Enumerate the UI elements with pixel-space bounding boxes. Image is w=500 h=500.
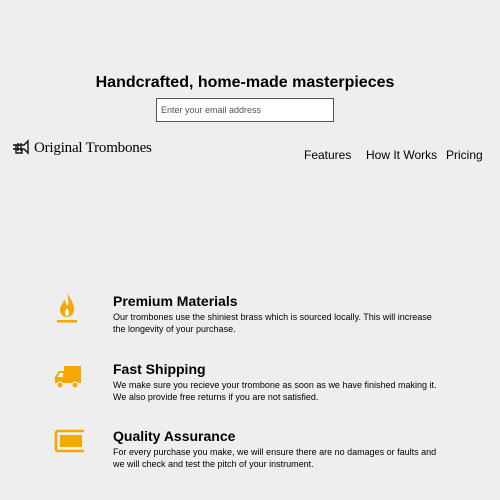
feature-description: We make sure you recieve your trombone a… xyxy=(113,380,437,402)
hero-title: Handcrafted, home-made masterpieces xyxy=(95,74,395,91)
feature-description: For every purchase you make, we will ens… xyxy=(113,447,437,469)
truck-icon xyxy=(55,366,81,389)
battery-full-icon xyxy=(54,429,84,453)
nav-link-features[interactable]: Features xyxy=(304,148,351,162)
nav-link-pricing[interactable]: Pricing xyxy=(446,148,483,162)
feature-title: Premium Materials xyxy=(113,293,238,309)
nav-link-how-it-works[interactable]: How It Works xyxy=(366,148,437,162)
feature-title: Fast Shipping xyxy=(113,361,206,377)
feature-title: Quality Assurance xyxy=(113,428,236,444)
main-nav: Features How It Works Pricing xyxy=(0,148,500,164)
email-input[interactable] xyxy=(156,98,334,122)
fire-icon xyxy=(57,292,77,323)
feature-description: Our trombones use the shiniest brass whi… xyxy=(113,312,432,334)
